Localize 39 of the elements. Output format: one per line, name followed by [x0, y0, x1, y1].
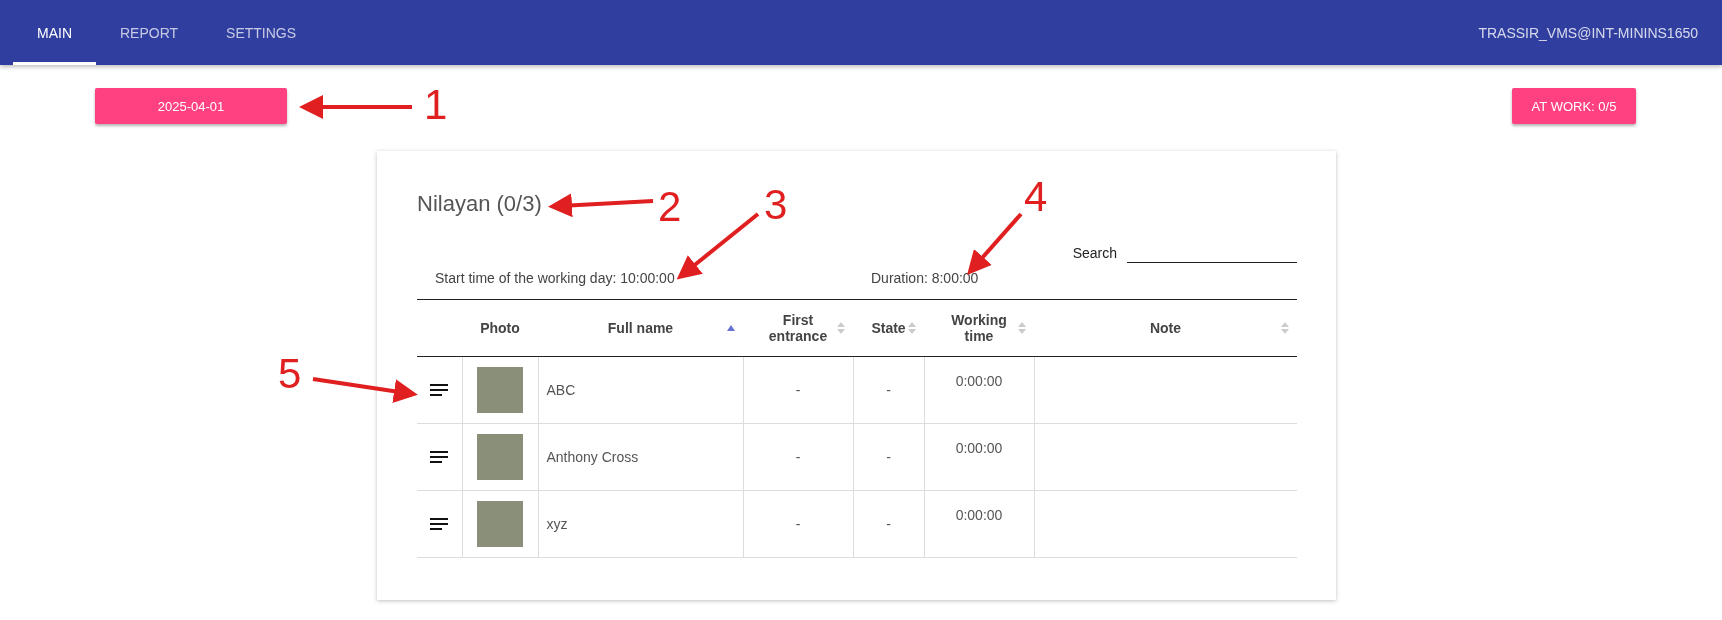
group-title: Nilayan (0/3): [417, 191, 542, 217]
photo-placeholder: [477, 501, 523, 547]
full-name-text: xyz: [546, 516, 568, 532]
column-header[interactable]: Full name: [538, 299, 743, 357]
menu-icon[interactable]: [430, 384, 449, 396]
column-header[interactable]: Note: [1034, 299, 1297, 357]
state-text: -: [886, 516, 891, 532]
callout-number: 3: [764, 184, 788, 226]
user-account-label: TRASSIR_VMS@INT-MININS1650: [1478, 24, 1698, 41]
column-header[interactable]: Working time: [924, 299, 1034, 357]
column-header[interactable]: Photo: [462, 299, 538, 357]
callout-number: 5: [278, 353, 302, 395]
working-time-text: 0:00:00: [955, 373, 1003, 389]
nav-tab[interactable]: REPORT: [96, 0, 203, 65]
photo-placeholder: [477, 434, 523, 480]
start-time-text: Start time of the working day: 10:00:00: [435, 270, 676, 288]
callout-arrow: [967, 212, 1023, 275]
search-label: Search: [1072, 245, 1117, 261]
callout-number: 4: [1024, 176, 1048, 218]
callout-number: 1: [424, 84, 448, 126]
full-name-text: Anthony Cross: [546, 449, 639, 465]
photo-placeholder: [477, 367, 523, 413]
first-entrance-text: -: [795, 449, 801, 465]
nav-tab[interactable]: SETTINGS: [202, 0, 321, 65]
state-text: -: [886, 449, 891, 465]
menu-icon[interactable]: [430, 451, 449, 463]
nav-tab[interactable]: MAIN: [13, 0, 96, 65]
column-header[interactable]: First entrance: [743, 299, 853, 357]
duration-text: Duration: 8:00:00: [871, 270, 980, 288]
menu-icon[interactable]: [430, 518, 449, 530]
working-time-text: 0:00:00: [955, 507, 1003, 523]
column-header[interactable]: State: [853, 299, 924, 357]
sort-ascending-icon[interactable]: [727, 324, 735, 332]
working-time-text: 0:00:00: [955, 440, 1003, 456]
full-name-text: ABC: [546, 382, 576, 398]
callout-number: 2: [658, 186, 682, 228]
first-entrance-text: -: [795, 382, 801, 398]
state-text: -: [886, 382, 891, 398]
first-entrance-text: -: [795, 516, 801, 532]
